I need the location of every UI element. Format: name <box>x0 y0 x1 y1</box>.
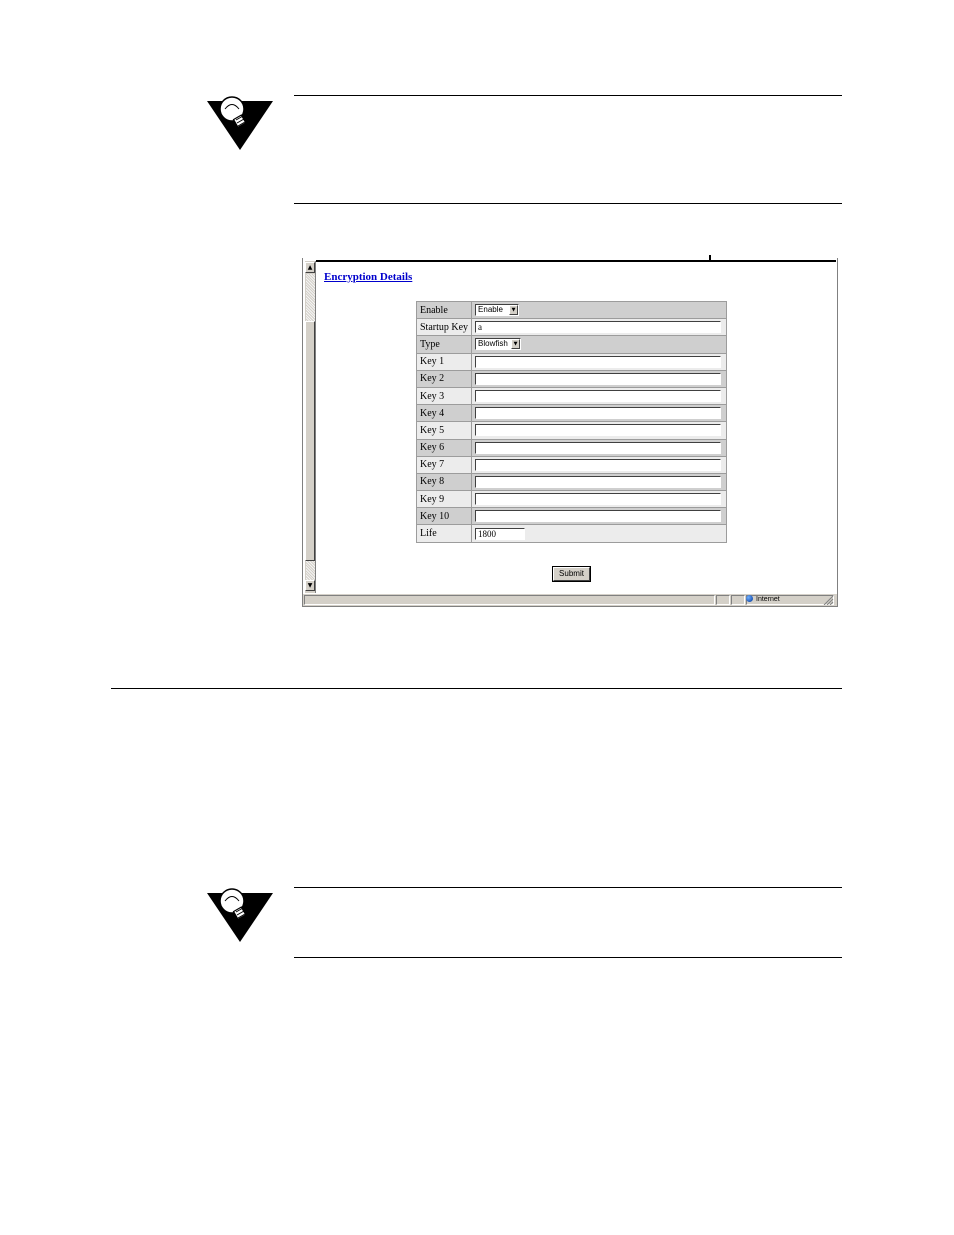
field-label: Type <box>417 336 472 353</box>
form-row-key-7: Key 7 <box>417 456 726 473</box>
screenshot-top-edge <box>316 260 836 262</box>
form-row-key-8: Key 8 <box>417 473 726 491</box>
field-label: Enable <box>417 302 472 319</box>
globe-icon <box>746 595 753 602</box>
field-label: Startup Key <box>417 319 472 336</box>
field-label: Key 1 <box>417 353 472 370</box>
vertical-scrollbar[interactable]: ▲ ▼ <box>304 261 316 593</box>
field-label: Key 3 <box>417 387 472 405</box>
note-bottom-rule <box>294 957 842 958</box>
screenshot-edge-tick <box>709 255 711 261</box>
note-top-rule <box>294 95 842 96</box>
form-row-key-1: Key 1 <box>417 353 726 370</box>
lightbulb-note-icon <box>207 888 273 942</box>
note-bottom-rule <box>294 203 842 204</box>
form-row-key-3: Key 3 <box>417 387 726 405</box>
encryption-details-link[interactable]: Encryption Details <box>324 271 412 283</box>
key-9-input[interactable] <box>475 493 722 506</box>
form-row-type: Type Blowfish ▼ <box>417 336 726 353</box>
section-divider <box>111 688 842 689</box>
dropdown-arrow-icon[interactable]: ▼ <box>509 305 519 316</box>
enable-select[interactable]: Enable ▼ <box>475 304 520 317</box>
key-1-input[interactable] <box>475 355 722 368</box>
field-label: Key 4 <box>417 405 472 422</box>
resize-grip-icon[interactable] <box>822 595 834 605</box>
scroll-down-icon[interactable]: ▼ <box>305 580 315 591</box>
security-zone: Internet <box>746 595 780 604</box>
status-cell-small-2 <box>731 595 745 605</box>
form-row-key-10: Key 10 <box>417 508 726 525</box>
field-label: Key 10 <box>417 508 472 525</box>
note-top-rule <box>294 887 842 888</box>
form-row-key-5: Key 5 <box>417 422 726 439</box>
scroll-thumb[interactable] <box>305 321 315 561</box>
key-6-input[interactable] <box>475 441 722 454</box>
form-row-startup-key: Startup Key a <box>417 319 726 336</box>
type-select[interactable]: Blowfish ▼ <box>475 338 522 351</box>
form-row-enable: Enable Enable ▼ <box>417 302 726 319</box>
dropdown-arrow-icon[interactable]: ▼ <box>511 339 521 350</box>
form-row-key-4: Key 4 <box>417 405 726 422</box>
key-10-input[interactable] <box>475 510 722 523</box>
form-row-key-2: Key 2 <box>417 370 726 387</box>
key-5-input[interactable] <box>475 424 722 437</box>
form-row-key-6: Key 6 <box>417 439 726 456</box>
lightbulb-note-icon <box>207 96 273 150</box>
field-label: Life <box>417 525 472 542</box>
form-row-life: Life 1800 <box>417 525 726 542</box>
key-2-input[interactable] <box>475 372 722 385</box>
form-row-key-9: Key 9 <box>417 491 726 508</box>
security-zone-label: Internet <box>756 596 780 603</box>
field-label: Key 2 <box>417 370 472 387</box>
startup-key-input[interactable]: a <box>475 321 722 334</box>
field-label: Key 9 <box>417 491 472 508</box>
select-value: Enable <box>478 305 503 315</box>
field-label: Key 5 <box>417 422 472 439</box>
field-label: Key 7 <box>417 456 472 473</box>
key-7-input[interactable] <box>475 458 722 471</box>
life-input[interactable]: 1800 <box>475 527 526 540</box>
submit-button[interactable]: Submit <box>553 567 590 581</box>
key-3-input[interactable] <box>475 390 722 403</box>
scroll-up-icon[interactable]: ▲ <box>305 262 315 273</box>
status-cell-small-1 <box>716 595 730 605</box>
select-value: Blowfish <box>478 339 508 349</box>
encryption-form-table: Enable Enable ▼ Startup Key a Type Blowfi… <box>416 301 727 543</box>
key-8-input[interactable] <box>475 475 722 488</box>
status-cell-main <box>304 595 715 605</box>
field-label: Key 8 <box>417 473 472 491</box>
field-label: Key 6 <box>417 439 472 456</box>
key-4-input[interactable] <box>475 407 722 420</box>
